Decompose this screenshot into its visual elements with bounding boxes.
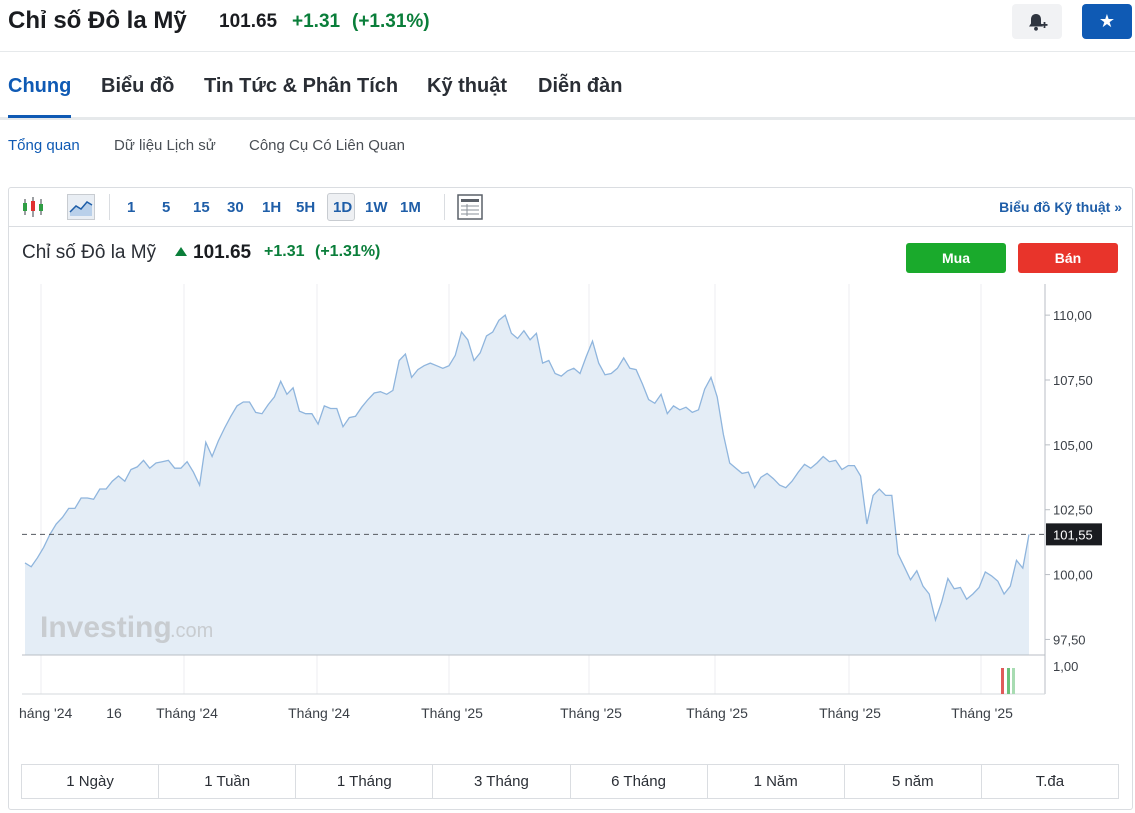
last-price-label: 101,55: [1053, 527, 1093, 542]
price-change-percent: (+1.31%): [352, 11, 430, 32]
x-tick-label: Tháng '24: [288, 705, 350, 721]
tab-forum[interactable]: Diễn đàn: [538, 75, 622, 98]
period-1month[interactable]: 1 Tháng: [296, 765, 434, 798]
y-tick-label: 97,50: [1053, 632, 1086, 647]
period-1day[interactable]: 1 Ngày: [22, 765, 160, 798]
y-tick-label: 100,00: [1053, 568, 1093, 583]
tab-chart[interactable]: Biểu đồ: [101, 75, 174, 98]
x-tick-label: Tháng '25: [560, 705, 622, 721]
subtab-related-tools[interactable]: Công Cụ Có Liên Quan: [249, 137, 405, 154]
period-1week[interactable]: 1 Tuần: [159, 765, 297, 798]
y-tick-label: 102,50: [1053, 503, 1093, 518]
x-tick-label: háng '24: [19, 705, 72, 721]
y-tick-label: 105,00: [1053, 438, 1093, 453]
add-watchlist-button[interactable]: ★: [1082, 4, 1132, 39]
x-tick-label: Tháng '25: [951, 705, 1013, 721]
price-chart[interactable]: Investing.com 110,00 107,50 105,00 102,50 100…: [9, 188, 1132, 758]
volume-bar: [1001, 668, 1004, 694]
period-3month[interactable]: 3 Tháng: [433, 765, 571, 798]
period-max[interactable]: T.đa: [982, 765, 1118, 798]
period-selector: 1 Ngày 1 Tuần 1 Tháng 3 Tháng 6 Tháng 1 …: [21, 764, 1119, 799]
watermark-suffix: .com: [170, 620, 213, 642]
page-title: Chỉ số Đô la Mỹ: [8, 7, 187, 34]
chart-widget: 1 5 15 30 1H 5H 1D 1W 1M Biểu đồ Kỹ thuậ…: [8, 187, 1133, 810]
watermark-text: Investing: [40, 611, 172, 644]
volume-bar: [1007, 668, 1010, 694]
subtab-historical-data[interactable]: Dữ liệu Lịch sử: [114, 137, 216, 154]
last-price: 101.65: [219, 11, 278, 32]
quote-header: Chỉ số Đô la Mỹ 101.65 +1.31 (+1.31%) ★: [0, 0, 1135, 52]
y-tick-label: 107,50: [1053, 373, 1093, 388]
tab-technical[interactable]: Kỹ thuật: [427, 75, 507, 98]
price-area: [25, 315, 1029, 655]
bell-plus-icon: [1029, 13, 1048, 31]
tab-overview[interactable]: Chung: [8, 75, 72, 118]
period-6month[interactable]: 6 Tháng: [571, 765, 708, 798]
period-5year[interactable]: 5 năm: [845, 765, 982, 798]
star-icon: ★: [1098, 11, 1116, 31]
add-alert-button[interactable]: [1012, 4, 1062, 39]
main-tabs: Chung Biểu đồ Tin Tức & Phân Tích Kỹ thu…: [0, 52, 1135, 120]
period-1year[interactable]: 1 Năm: [708, 765, 845, 798]
tab-news-analysis[interactable]: Tin Tức & Phân Tích: [204, 75, 398, 98]
x-tick-label: Tháng '25: [819, 705, 881, 721]
subtab-summary[interactable]: Tổng quan: [8, 137, 80, 154]
price-change: +1.31: [292, 11, 341, 32]
x-tick-label: Tháng '24: [156, 705, 218, 721]
y-tick-label: 110,00: [1053, 308, 1092, 323]
x-tick-label: 16: [106, 705, 122, 721]
x-tick-label: Tháng '25: [421, 705, 483, 721]
volume-tick-label: 1,00: [1053, 659, 1078, 674]
x-tick-label: Tháng '25: [686, 705, 748, 721]
volume-bar: [1012, 668, 1015, 694]
